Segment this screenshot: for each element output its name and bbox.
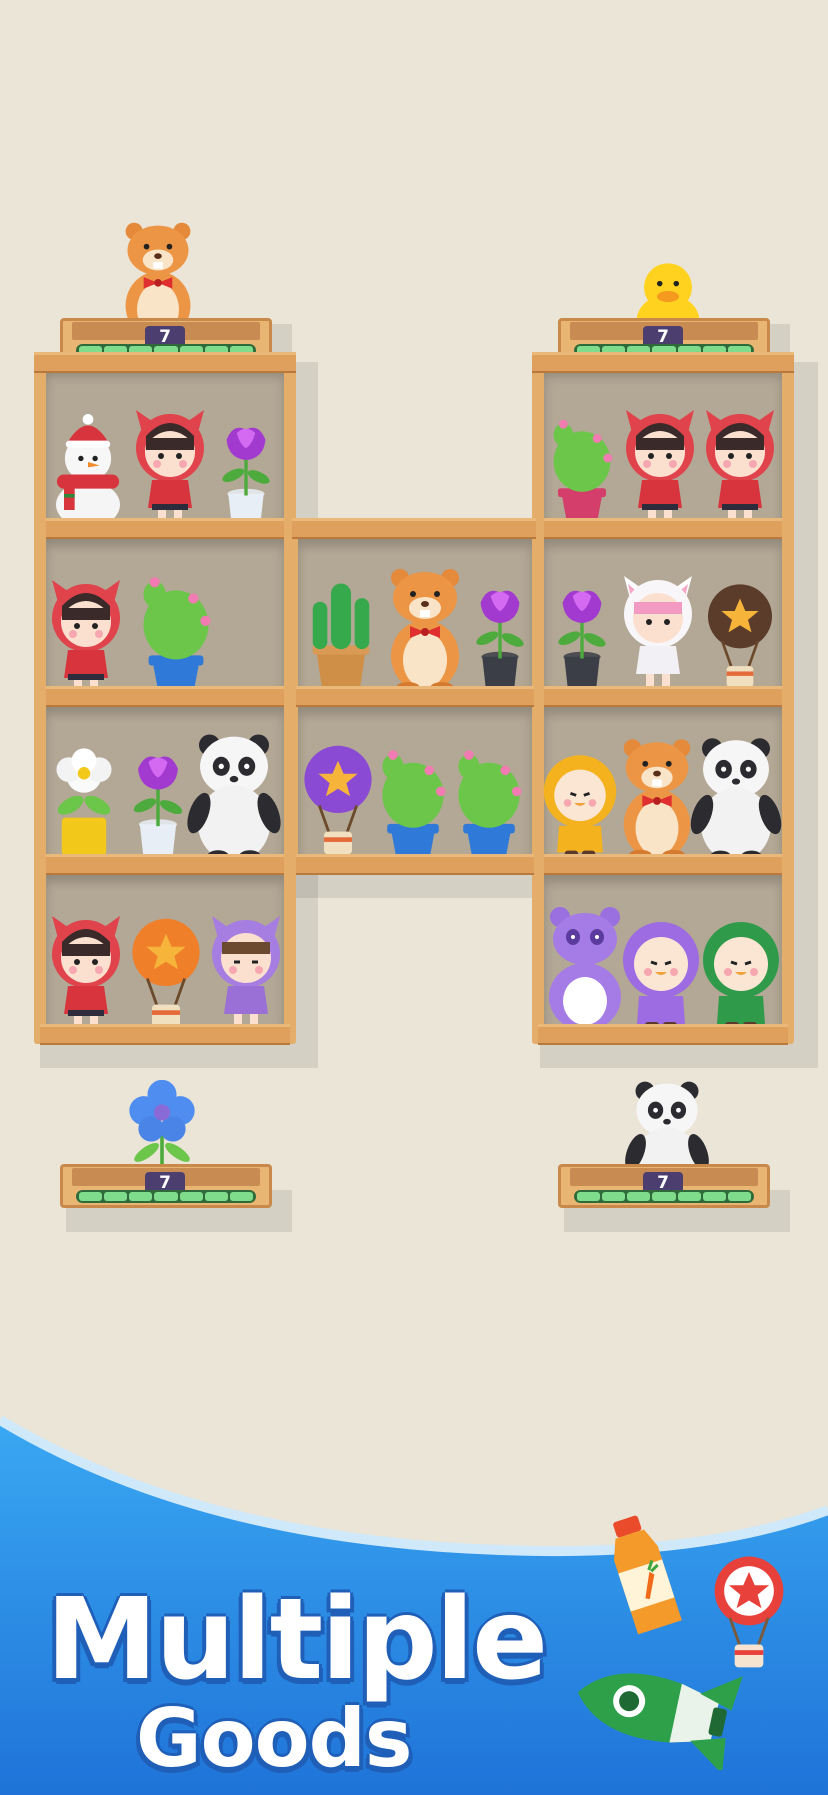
item-hood-purple[interactable]	[620, 900, 702, 1036]
tray-bottom-left[interactable]: 7	[60, 1164, 272, 1208]
item-cactus-blue-pot[interactable]	[370, 728, 456, 864]
item-girl-purple[interactable]	[206, 896, 286, 1036]
item-tulip-dark-pot[interactable]	[544, 556, 620, 696]
tulip-icon	[462, 572, 538, 696]
item-tulip-white-pot[interactable]	[206, 396, 286, 530]
banner-title-line1: Multiple	[46, 1575, 548, 1705]
tulip-icon	[208, 412, 284, 530]
tray-bottom-right[interactable]: 7	[558, 1164, 770, 1208]
tray-progress-bar	[574, 1190, 754, 1203]
girl-red-icon	[46, 570, 126, 700]
item-white-flower[interactable]	[44, 728, 124, 864]
shelf-plank	[296, 854, 534, 875]
item-cactus-pink-pot[interactable]	[540, 394, 624, 530]
girl-red-icon	[130, 400, 210, 530]
item-panda[interactable]	[688, 724, 784, 864]
item-girl-red[interactable]	[620, 390, 700, 530]
hood-character-icon	[621, 906, 701, 1036]
shelf-plank	[46, 518, 284, 539]
shelf-plank	[544, 854, 782, 875]
item-balloon-brown[interactable]	[698, 562, 782, 696]
item-girl-red[interactable]	[130, 390, 210, 530]
item-balloon-purple[interactable]	[296, 726, 380, 864]
item-cactus-blue-pot[interactable]	[128, 560, 224, 696]
hamster-icon	[380, 562, 470, 696]
juice-bottle-icon	[613, 1515, 682, 1635]
item-balloon-orange[interactable]	[124, 900, 208, 1036]
shelf-top-cap	[292, 518, 536, 539]
shelf-top-cap	[34, 352, 296, 373]
shelf-plank	[46, 686, 284, 707]
cactus-icon	[128, 564, 224, 696]
cactus-icon	[542, 402, 622, 530]
girl-purple-icon	[206, 906, 286, 1036]
shelf-plank	[40, 1024, 290, 1045]
panda-icon	[185, 726, 283, 864]
snowman-icon	[48, 410, 128, 530]
cactus-icon	[446, 736, 532, 864]
item-girl-red[interactable]	[700, 390, 780, 530]
bear-purple-icon	[540, 900, 630, 1036]
hood-character-icon	[541, 740, 619, 864]
girl-red-icon	[620, 400, 700, 530]
item-snowman[interactable]	[48, 396, 128, 530]
shelf-plank	[296, 686, 534, 707]
shelf-plank	[544, 518, 782, 539]
item-girl-white[interactable]	[618, 556, 698, 696]
hood-character-icon	[701, 906, 781, 1036]
balloon-icon	[124, 908, 208, 1036]
item-panda[interactable]	[184, 724, 284, 864]
girl-white-icon	[618, 566, 698, 696]
green-rocket-icon	[577, 1673, 743, 1770]
tulip-icon	[544, 572, 620, 696]
item-cactus-blue-pot[interactable]	[446, 728, 532, 864]
item-hood-green[interactable]	[700, 900, 782, 1036]
item-girl-red[interactable]	[46, 896, 126, 1036]
shelf-top-cap	[532, 352, 794, 373]
balloon-icon	[296, 734, 380, 864]
balloon-icon	[700, 574, 780, 696]
girl-red-icon	[700, 400, 780, 530]
tray-progress-bar	[76, 1190, 256, 1203]
item-big-cactus[interactable]	[300, 556, 382, 696]
cactus-icon	[370, 736, 456, 864]
girl-red-icon	[46, 906, 126, 1036]
item-tulip-dark-pot[interactable]	[462, 556, 538, 696]
item-girl-red[interactable]	[46, 560, 126, 700]
shelf-plank	[538, 1024, 788, 1045]
item-hood-yellow[interactable]	[540, 726, 620, 864]
white-flower-icon	[44, 734, 124, 864]
item-bear-purple[interactable]	[540, 894, 630, 1036]
big-cactus-icon	[300, 564, 382, 696]
panda-icon	[689, 730, 783, 864]
banner-title-line2: Goods	[136, 1692, 412, 1785]
item-hamster[interactable]	[380, 554, 470, 696]
shelf-plank	[544, 686, 782, 707]
shelf-plank	[46, 854, 284, 875]
